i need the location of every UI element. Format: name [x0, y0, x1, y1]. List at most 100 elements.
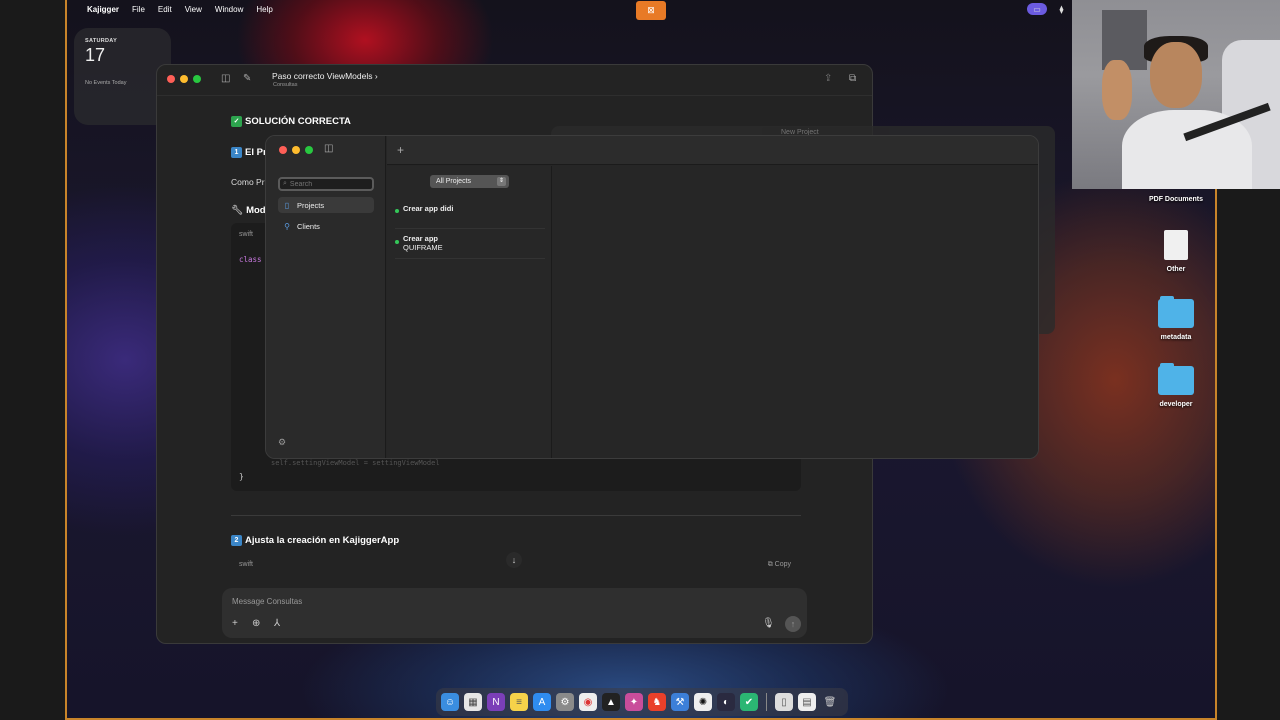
sidebar-toggle-icon[interactable]: ◫	[324, 143, 333, 154]
dock: ☺ ▦ N ≡ A ⚙ ◉ ▲ ✦ ♞ ⚒ ✺ ◐ ✔ ▯ ▤ 🗑︎	[436, 688, 848, 716]
search-input[interactable]	[289, 180, 368, 188]
step-1-heading: 1 El Pr	[231, 147, 267, 158]
status-dot-icon	[395, 209, 399, 213]
cursor-icon[interactable]: ▲	[602, 693, 620, 711]
copy-label: Copy	[774, 561, 791, 568]
menu-edit[interactable]: Edit	[158, 5, 172, 14]
sidebar-item-projects[interactable]: ▯ Projects	[278, 197, 374, 213]
paragraph-text: Como Pr	[231, 177, 265, 187]
step-2-heading: 2 Ajusta la creación en KajiggerApp	[231, 535, 399, 546]
code-line: self.settingViewModel = settingViewModel	[271, 459, 440, 467]
project-name: Crear app didi	[403, 204, 454, 213]
folder-icon	[1158, 296, 1194, 328]
chrome-icon[interactable]: ◉	[579, 693, 597, 711]
trash-icon[interactable]: 🗑︎	[821, 693, 839, 711]
app-store-icon[interactable]: A	[533, 693, 551, 711]
chevron-right-icon: ›	[374, 71, 378, 81]
green-app-icon[interactable]: ✔	[740, 693, 758, 711]
conversation-title-text: Paso correcto ViewModels	[272, 71, 373, 81]
calendar-day-of-week: SATURDAY	[85, 38, 118, 44]
calendar-day-number: 17	[85, 45, 106, 65]
finder-icon[interactable]: ☺	[441, 693, 459, 711]
screen-share-icon[interactable]: ▭	[1027, 3, 1047, 15]
minimize-window-button[interactable]	[292, 146, 300, 154]
modify-heading: 🔧︎ Modi	[231, 205, 268, 216]
section-divider	[231, 515, 801, 516]
document-stack-icon[interactable]: ▯	[775, 693, 793, 711]
menu-window[interactable]: Window	[215, 5, 243, 14]
message-composer[interactable]: Message Consultas + ⊕ ⅄ 🎙︎ ↑	[222, 588, 807, 638]
notes-icon[interactable]: ≡	[510, 693, 528, 711]
copy-button[interactable]: ⧉ Copy	[768, 561, 791, 569]
settings-icon[interactable]: ⚙	[556, 693, 574, 711]
menu-help[interactable]: Help	[256, 5, 272, 14]
folder-icon: ▯	[284, 200, 290, 210]
list-item[interactable]: Crear app didi	[395, 204, 545, 213]
file-stack-icon[interactable]: ▤	[798, 693, 816, 711]
search-field[interactable]: ⌕	[278, 177, 374, 191]
message-input[interactable]: Message Consultas	[232, 597, 302, 606]
tools-icon[interactable]: ⅄	[274, 618, 280, 629]
conversation-subtitle: Consultas	[273, 82, 298, 88]
folder-icon	[1158, 363, 1194, 395]
minimize-window-button[interactable]	[180, 75, 188, 83]
code-keyword: class	[239, 255, 262, 264]
project-name-line2: QUIFRAME	[403, 243, 443, 252]
conversation-title[interactable]: Paso correcto ViewModels ›	[272, 71, 378, 81]
microphone-icon[interactable]: 🎙︎	[762, 618, 775, 629]
desktop: Kajigger File Edit View Window Help ⊠ ▭ …	[65, 0, 1215, 718]
media-app-icon[interactable]: ◐	[717, 693, 735, 711]
wrench-icon: 🔧︎	[231, 205, 244, 216]
desktop-item-label: metadata	[1160, 334, 1192, 341]
webcam-person-head	[1150, 42, 1202, 108]
projects-toolbar	[387, 136, 1038, 165]
solution-heading: ✓ SOLUCIÓN CORRECTA	[231, 116, 351, 127]
plus-icon[interactable]: +	[232, 618, 238, 629]
menu-file[interactable]: File	[132, 5, 145, 14]
desktop-item-other[interactable]: Other	[1146, 230, 1206, 273]
share-icon[interactable]: ⇪	[824, 73, 832, 84]
sidebar-toggle-icon[interactable]: ◫	[221, 73, 230, 84]
window-controls	[279, 146, 313, 154]
close-window-button[interactable]	[279, 146, 287, 154]
menu-app-name[interactable]: Kajigger	[87, 5, 119, 14]
chatgpt-icon[interactable]: ✺	[694, 693, 712, 711]
window-controls	[167, 75, 201, 83]
sidebar-item-clients[interactable]: ⚲ Clients	[278, 218, 374, 234]
sidebar-item-label: Clients	[297, 221, 320, 231]
screen-recording-icon[interactable]: ⊠	[636, 1, 666, 20]
globe-icon[interactable]: ⊕	[252, 618, 260, 629]
desktop-item-developer[interactable]: developer	[1146, 363, 1206, 408]
design-app-icon[interactable]: ✦	[625, 693, 643, 711]
step-1-badge: 1	[231, 147, 242, 158]
project-filter-select[interactable]: All Projects ⇕	[430, 175, 509, 188]
scroll-down-button[interactable]: ↓	[506, 552, 522, 568]
dropbox-icon[interactable]: ⧫	[1055, 3, 1068, 15]
new-window-icon[interactable]: ⧉	[849, 73, 856, 84]
send-button[interactable]: ↑	[785, 616, 801, 632]
new-chat-icon[interactable]: ✎	[243, 73, 251, 84]
sidebar-item-label: Projects	[297, 200, 325, 210]
xcode-icon[interactable]: ⚒	[671, 693, 689, 711]
project-list: All Projects ⇕ Crear app didi Crear app …	[387, 166, 552, 458]
menu-view[interactable]: View	[185, 5, 202, 14]
desktop-item-metadata[interactable]: metadata	[1146, 296, 1206, 341]
arrow-down-icon: ↓	[511, 555, 517, 565]
close-window-button[interactable]	[167, 75, 175, 83]
zoom-window-button[interactable]	[193, 75, 201, 83]
step-2-heading-text: Ajusta la creación en KajiggerApp	[245, 535, 400, 547]
arrow-up-icon: ↑	[790, 619, 796, 629]
webcam-overlay	[1072, 0, 1280, 189]
zoom-window-button[interactable]	[305, 146, 313, 154]
copy-icon: ⧉	[767, 561, 775, 568]
desktop-item-pdf-documents[interactable]: PDF Documents	[1146, 196, 1206, 203]
onenote-icon[interactable]: N	[487, 693, 505, 711]
add-project-button[interactable]: +	[397, 143, 404, 157]
brave-icon[interactable]: ♞	[648, 693, 666, 711]
list-item[interactable]: Crear app QUIFRAME	[395, 234, 545, 252]
gear-icon[interactable]: ⚙	[278, 437, 286, 448]
project-name: Crear app	[403, 234, 439, 243]
check-mark-icon: ✓	[231, 116, 242, 127]
launchpad-icon[interactable]: ▦	[464, 693, 482, 711]
code-language-label: swift	[239, 231, 253, 238]
